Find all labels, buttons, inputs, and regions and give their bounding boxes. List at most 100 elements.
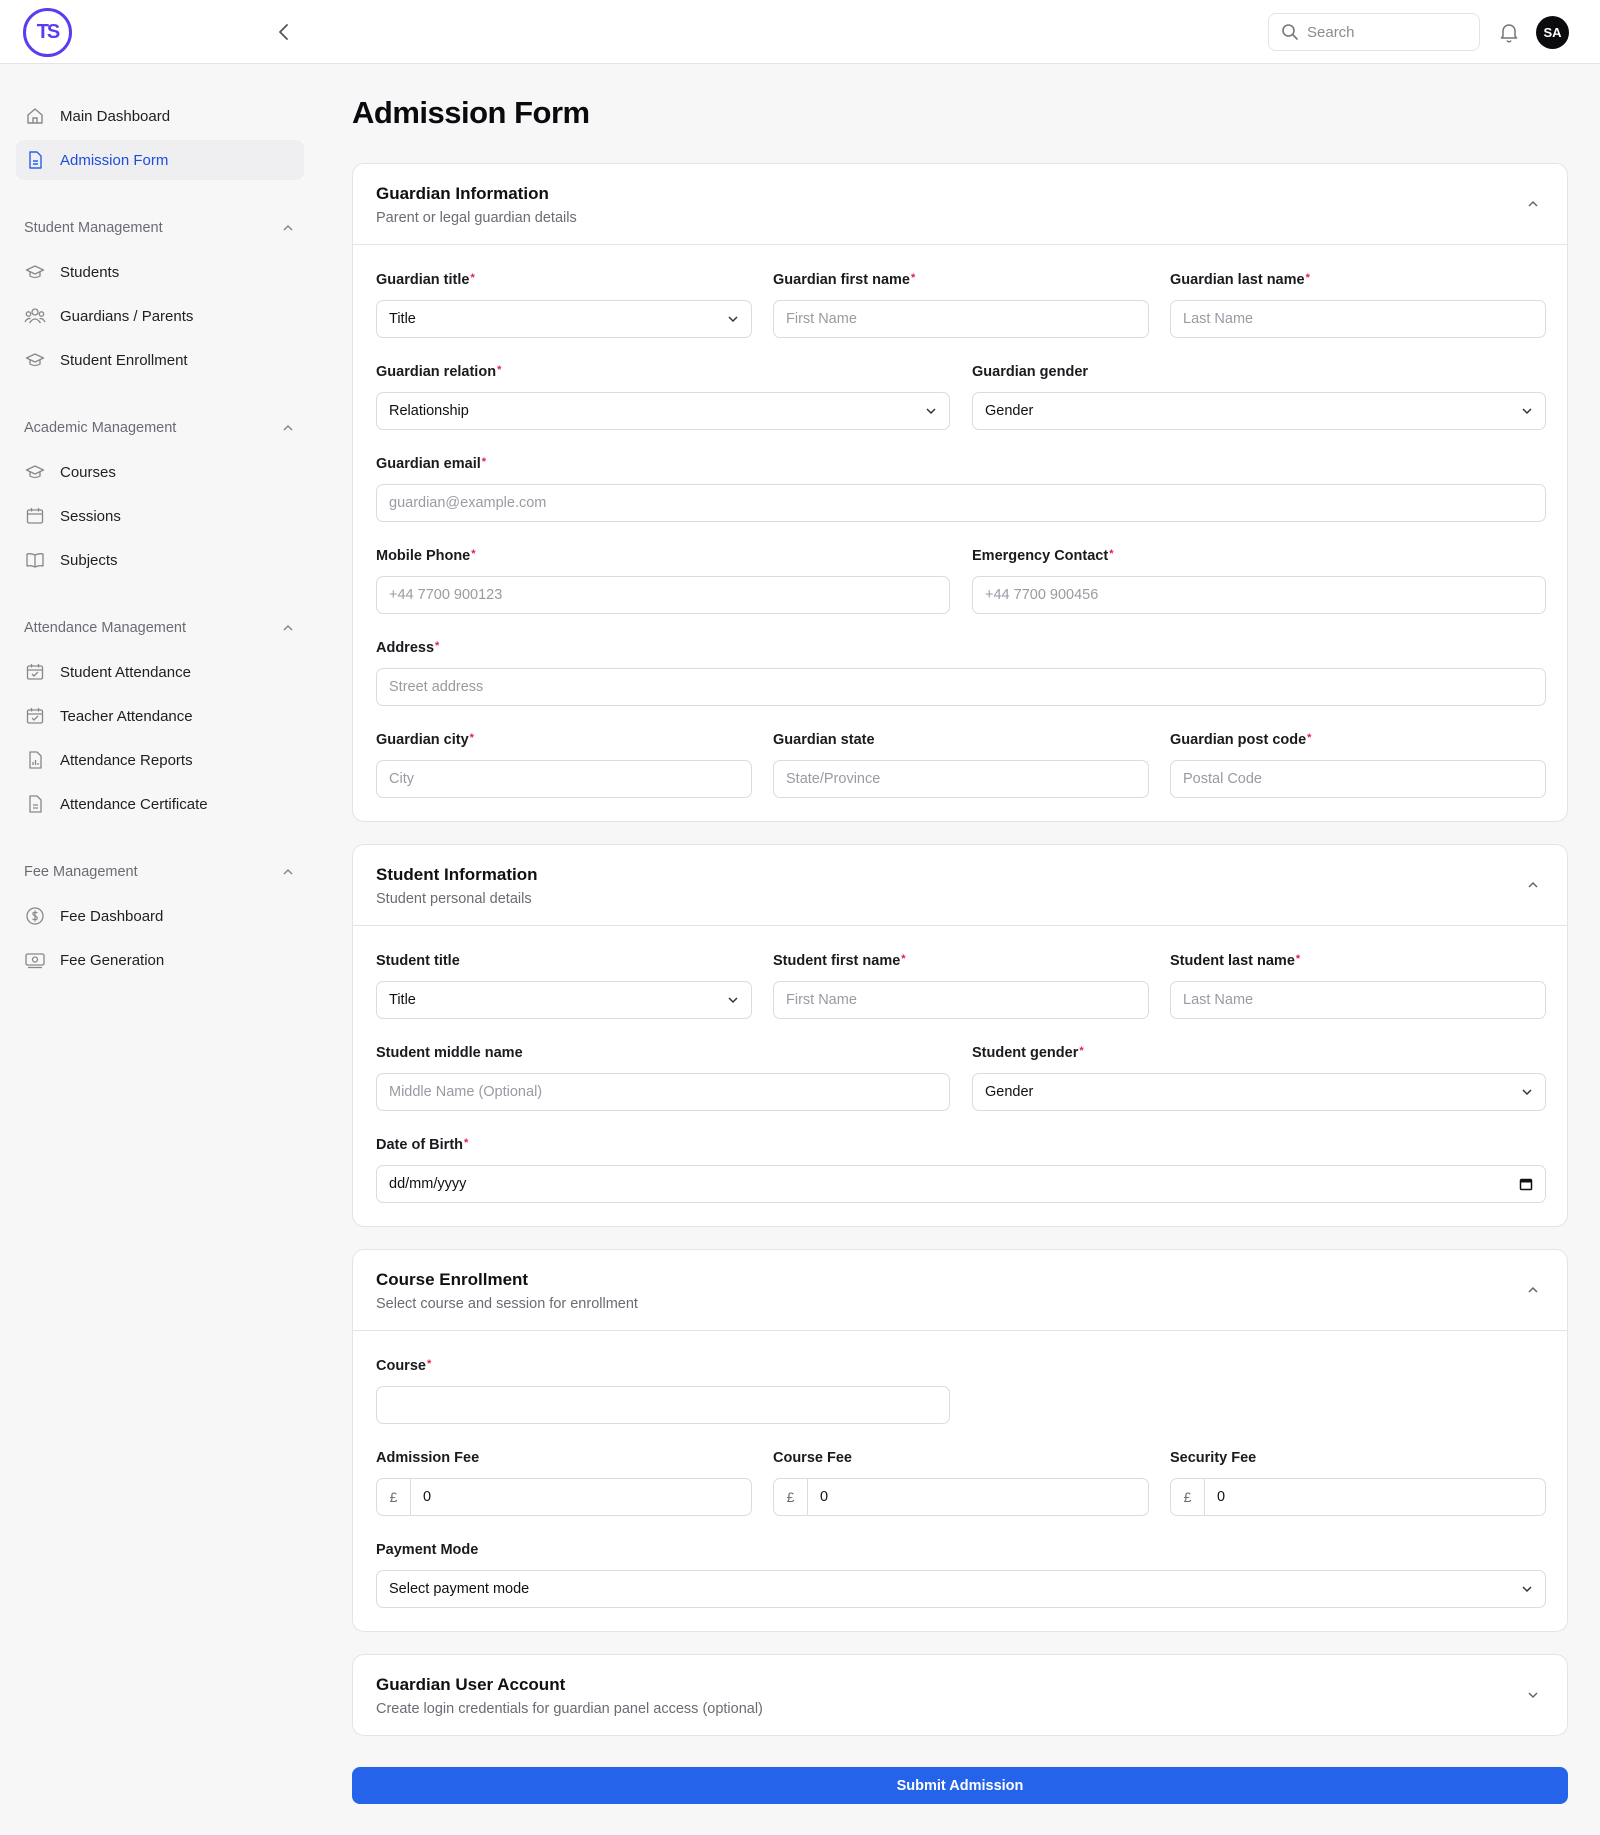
- student-gender-select[interactable]: Gender: [972, 1073, 1546, 1111]
- address-field[interactable]: [376, 668, 1546, 706]
- sidebar-item-subjects[interactable]: Subjects: [16, 540, 304, 580]
- sidebar-item-label: Attendance Certificate: [60, 795, 208, 813]
- payment-mode-select[interactable]: Select payment mode: [376, 1570, 1546, 1608]
- sidebar-item-attendance-reports[interactable]: Attendance Reports: [16, 740, 304, 780]
- select-value: Title: [389, 311, 416, 327]
- guardian-state-field[interactable]: [773, 760, 1149, 798]
- course-fee-field[interactable]: £ 0: [773, 1478, 1149, 1516]
- student-first-name-field[interactable]: [773, 981, 1149, 1019]
- select-value: Gender: [985, 1084, 1034, 1100]
- submit-admission-button[interactable]: Submit Admission: [352, 1767, 1568, 1804]
- sidebar-item-students[interactable]: Students: [16, 252, 304, 292]
- guardian-post-code-field[interactable]: [1170, 760, 1546, 798]
- banknote-icon: [24, 949, 46, 971]
- guardian-relation-label: Guardian relation*: [376, 364, 502, 380]
- user-avatar[interactable]: SA: [1536, 16, 1569, 49]
- guardian-card-header[interactable]: Guardian Information Parent or legal gua…: [353, 164, 1567, 245]
- sidebar-item-teacher-attendance[interactable]: Teacher Attendance: [16, 696, 304, 736]
- chevron-up-icon[interactable]: [1525, 1282, 1541, 1298]
- chevron-up-icon[interactable]: [1525, 196, 1541, 212]
- chevron-up-icon[interactable]: [1525, 877, 1541, 893]
- calendar-icon[interactable]: [1519, 1177, 1533, 1191]
- course-card-header[interactable]: Course Enrollment Select course and sess…: [353, 1250, 1567, 1331]
- guardian-email-input[interactable]: [389, 495, 1533, 511]
- group-attendance-management[interactable]: Attendance Management: [24, 616, 294, 640]
- mobile-phone-input[interactable]: [389, 587, 937, 603]
- select-value: Select payment mode: [389, 1581, 530, 1597]
- student-first-name-input[interactable]: [786, 992, 1136, 1008]
- sidebar-item-label: Students: [60, 263, 120, 281]
- guardian-city-field[interactable]: [376, 760, 752, 798]
- sidebar-item-main-dashboard[interactable]: Main Dashboard: [16, 96, 304, 136]
- chevron-left-icon: [279, 24, 288, 40]
- guardian-state-input[interactable]: [786, 771, 1136, 787]
- emergency-contact-field[interactable]: [972, 576, 1546, 614]
- security-fee-value[interactable]: 0: [1205, 1489, 1225, 1505]
- notifications-button[interactable]: [1497, 20, 1521, 44]
- guardian-first-name-input[interactable]: [786, 311, 1136, 327]
- sidebar-item-admission-form[interactable]: Admission Form: [16, 140, 304, 180]
- security-fee-field[interactable]: £ 0: [1170, 1478, 1546, 1516]
- guardian-gender-select[interactable]: Gender: [972, 392, 1546, 430]
- chevron-down-icon: [728, 997, 738, 1004]
- guardian-relation-select[interactable]: Relationship: [376, 392, 950, 430]
- currency-symbol: £: [774, 1479, 808, 1515]
- sidebar-item-label: Subjects: [60, 551, 118, 569]
- mobile-phone-field[interactable]: [376, 576, 950, 614]
- chevron-down-icon[interactable]: [1525, 1687, 1541, 1703]
- guardian-city-label: Guardian city*: [376, 732, 474, 748]
- search-input[interactable]: [1307, 23, 1457, 41]
- student-middle-name-input[interactable]: [389, 1084, 937, 1100]
- student-last-name-field[interactable]: [1170, 981, 1546, 1019]
- student-title-select[interactable]: Title: [376, 981, 752, 1019]
- app-logo[interactable]: TS: [23, 8, 72, 57]
- account-card-header[interactable]: Guardian User Account Create login crede…: [353, 1655, 1567, 1736]
- group-title: Attendance Management: [24, 620, 187, 636]
- sidebar-item-fee-dashboard[interactable]: Fee Dashboard: [16, 896, 304, 936]
- sidebar-item-label: Main Dashboard: [60, 107, 171, 125]
- sidebar-item-sessions[interactable]: Sessions: [16, 496, 304, 536]
- guardian-last-name-label: Guardian last name*: [1170, 272, 1310, 288]
- guardian-email-field[interactable]: [376, 484, 1546, 522]
- chevron-up-icon: [283, 624, 293, 631]
- guardian-last-name-field[interactable]: [1170, 300, 1546, 338]
- group-academic-management[interactable]: Academic Management: [24, 416, 294, 440]
- sidebar-item-student-attendance[interactable]: Student Attendance: [16, 652, 304, 692]
- group-title: Student Management: [24, 220, 163, 236]
- student-middle-name-field[interactable]: [376, 1073, 950, 1111]
- guardian-gender-label: Guardian gender: [972, 364, 1089, 380]
- guardian-post-code-input[interactable]: [1183, 771, 1533, 787]
- student-card-header[interactable]: Student Information Student personal det…: [353, 845, 1567, 926]
- date-of-birth-field[interactable]: dd/mm/yyyy: [376, 1165, 1546, 1203]
- group-fee-management[interactable]: Fee Management: [24, 860, 294, 884]
- course-select[interactable]: [376, 1386, 950, 1424]
- address-input[interactable]: [389, 679, 1533, 695]
- bell-icon: [1500, 24, 1518, 43]
- search-box[interactable]: [1268, 13, 1480, 51]
- guardian-city-input[interactable]: [389, 771, 739, 787]
- guardian-first-name-field[interactable]: [773, 300, 1149, 338]
- course-fee-value[interactable]: 0: [808, 1489, 828, 1505]
- sidebar-item-courses[interactable]: Courses: [16, 452, 304, 492]
- guardian-information-card: Guardian Information Parent or legal gua…: [352, 163, 1568, 822]
- book-icon: [24, 549, 46, 571]
- sidebar-collapse-button[interactable]: [272, 18, 296, 46]
- guardian-title-select[interactable]: Title: [376, 300, 752, 338]
- document-icon: [24, 149, 46, 171]
- sidebar-item-label: Teacher Attendance: [60, 707, 193, 725]
- group-student-management[interactable]: Student Management: [24, 216, 294, 240]
- sidebar-item-guardians[interactable]: Guardians / Parents: [16, 296, 304, 336]
- admission-fee-value[interactable]: 0: [411, 1489, 431, 1505]
- emergency-contact-input[interactable]: [985, 587, 1533, 603]
- student-last-name-input[interactable]: [1183, 992, 1533, 1008]
- admission-fee-field[interactable]: £ 0: [376, 1478, 752, 1516]
- chevron-down-icon: [1522, 408, 1532, 415]
- guardian-last-name-input[interactable]: [1183, 311, 1533, 327]
- student-last-name-label: Student last name*: [1170, 953, 1301, 969]
- student-middle-name-label: Student middle name: [376, 1045, 523, 1061]
- sidebar-item-fee-generation[interactable]: Fee Generation: [16, 940, 304, 980]
- dollar-circle-icon: [24, 905, 46, 927]
- guardian-post-code-label: Guardian post code*: [1170, 732, 1312, 748]
- sidebar-item-attendance-certificate[interactable]: Attendance Certificate: [16, 784, 304, 824]
- sidebar-item-student-enrollment[interactable]: Student Enrollment: [16, 340, 304, 380]
